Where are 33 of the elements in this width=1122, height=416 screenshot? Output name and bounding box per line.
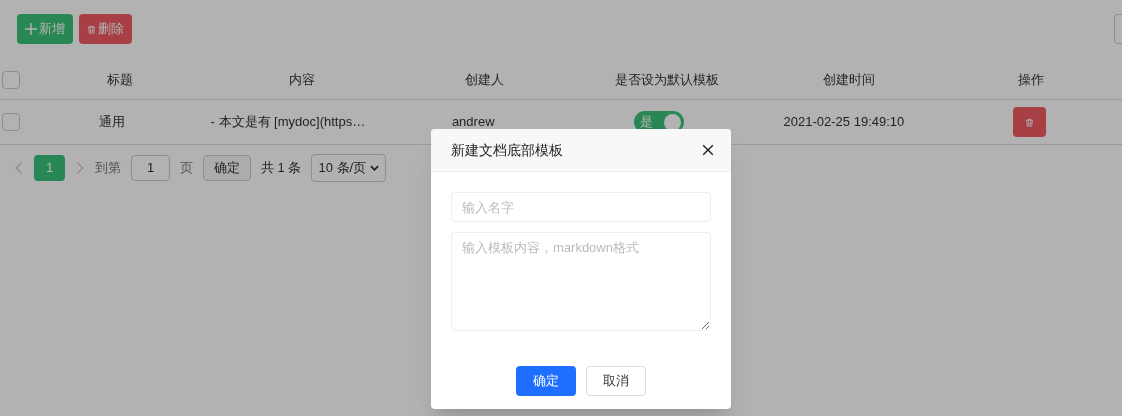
name-field[interactable]: 输入名字 <box>451 192 711 222</box>
column-header: 创建人 <box>464 70 504 89</box>
page-unit-label: 页 <box>180 158 193 177</box>
content-field[interactable]: 输入模板内容，markdown格式 <box>451 232 711 331</box>
trash-icon <box>1024 117 1034 127</box>
dialog-title: 新建文档底部模板 <box>451 140 563 160</box>
caret-icon <box>370 164 380 171</box>
total-count: 共 1 条 <box>261 158 302 177</box>
row-checkbox[interactable] <box>2 113 20 131</box>
table-cell-text: 通用 <box>99 113 126 132</box>
page-input[interactable]: 1 <box>131 154 170 181</box>
column-header: 内容 <box>289 70 316 89</box>
column-header: 操作 <box>1017 70 1044 89</box>
table-cell-text: 2021-02-25 19:49:10 <box>783 113 905 132</box>
column-header: 创建时间 <box>822 70 875 89</box>
delete-row-button[interactable] <box>1012 107 1046 137</box>
previous-page-icon[interactable] <box>14 160 24 175</box>
close-icon[interactable] <box>702 144 714 156</box>
next-page-icon[interactable] <box>75 160 85 175</box>
cancel-button[interactable]: 取消 <box>586 366 646 396</box>
table-cell-text: - 本文是有 [mydoc](https… <box>210 113 366 132</box>
column-header: 标题 <box>106 70 133 89</box>
page-size-select[interactable]: 10 条/页 <box>311 153 387 182</box>
delete-button[interactable]: 删除 <box>79 14 132 44</box>
goto-label: 到第 <box>95 158 121 177</box>
add-button[interactable]: 新增 <box>17 14 73 44</box>
column-header: 是否设为默认模板 <box>614 70 719 89</box>
trash-icon <box>87 24 96 34</box>
confirm-button[interactable]: 确定 <box>516 366 576 396</box>
table-cell-text: andrew <box>451 113 495 132</box>
plus-icon <box>25 23 37 35</box>
go-button[interactable]: 确定 <box>203 154 251 181</box>
select-all-checkbox[interactable] <box>2 70 20 89</box>
